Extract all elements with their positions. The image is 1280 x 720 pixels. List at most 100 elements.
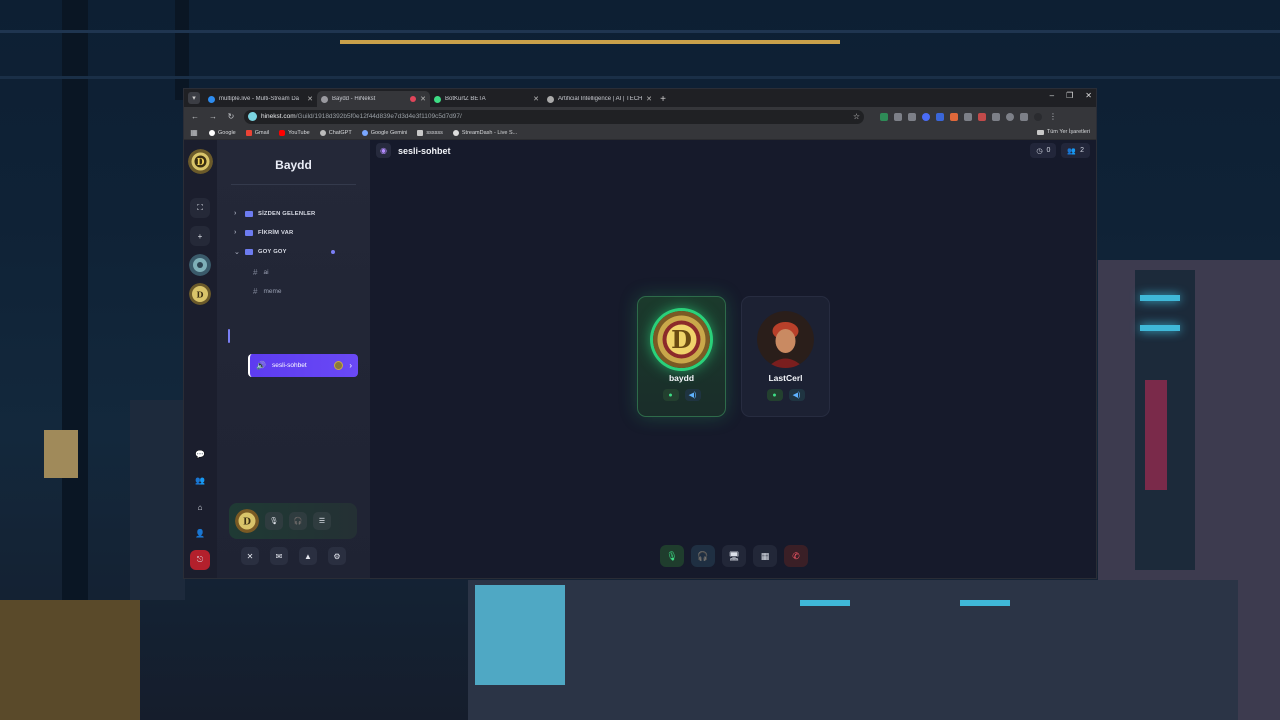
category-sizden-gelenler[interactable]: › SİZDEN GELENLER xyxy=(234,210,315,217)
close-icon[interactable]: ✕ xyxy=(533,95,539,103)
tab-botkurtz[interactable]: BotKurtZ BETA ✕ xyxy=(430,91,543,107)
headphones-button[interactable]: 🎧 xyxy=(289,512,307,530)
settings-sliders-button[interactable]: ☰ xyxy=(313,512,331,530)
mail-button[interactable]: ✉ xyxy=(270,547,288,565)
bookmark-star-icon[interactable]: ☆ xyxy=(853,112,860,121)
extension-icon[interactable] xyxy=(992,112,1000,121)
url-host: hinekst.com xyxy=(261,113,296,120)
bookmark-label: ssssss xyxy=(426,129,443,136)
mic-button[interactable]: 🎙 xyxy=(265,512,283,530)
server-icon-1[interactable] xyxy=(189,254,211,276)
category-label: FİKRİM VAR xyxy=(258,229,294,236)
avatar[interactable]: D xyxy=(235,509,259,533)
headphones-toggle-button[interactable]: 🎧 xyxy=(691,545,715,567)
extension-icon[interactable] xyxy=(936,112,944,121)
browser-toolbar: ← → ↻ hinekst.com/Guild/1918d392b5f0e12f… xyxy=(184,107,1096,126)
disconnect-button[interactable]: ✆ xyxy=(784,545,808,567)
settings-button[interactable]: ⚙ xyxy=(328,547,346,565)
tab-multiple-live[interactable]: multiple.live - Multi-Stream Da ✕ xyxy=(204,91,317,107)
wallpaper-light xyxy=(960,600,1010,606)
add-friend-icon[interactable]: 👤 xyxy=(190,523,210,543)
unread-dot xyxy=(331,250,335,254)
close-icon[interactable]: ✕ xyxy=(646,95,652,103)
extension-icon[interactable] xyxy=(880,112,888,121)
folder-icon xyxy=(245,229,253,236)
wallpaper-building xyxy=(130,400,185,600)
mic-toggle-button[interactable]: 🎙 xyxy=(660,545,684,567)
url-path: /Guild/1918d392b5f0e12f44d839e7d3d4e3f11… xyxy=(295,113,462,120)
tab-search-button[interactable]: ▾ xyxy=(188,92,200,104)
extension-icon[interactable] xyxy=(894,112,902,121)
svg-text:D: D xyxy=(197,290,204,300)
category-fikrim-var[interactable]: › FİKRİM VAR xyxy=(234,229,293,236)
fullscreen-icon[interactable]: ⛶ xyxy=(190,198,210,218)
extension-icon[interactable] xyxy=(922,112,930,121)
bookmark-streamdash[interactable]: StreamDash - Live S... xyxy=(452,129,518,136)
close-icon[interactable]: ✕ xyxy=(420,95,426,103)
speaker-icon: ◀) xyxy=(788,389,805,401)
exit-icon[interactable]: ⎋ xyxy=(190,550,210,570)
all-bookmarks[interactable]: Tüm Yer İşaretleri xyxy=(1036,129,1090,135)
new-tab-button[interactable]: + xyxy=(656,91,670,107)
bookmark-youtube[interactable]: YouTube xyxy=(279,129,310,136)
site-info-icon[interactable] xyxy=(248,112,257,121)
users-icon: 👥 xyxy=(1067,147,1077,155)
bookmarks-bar: ▦ Google Gmail YouTube ChatGPT Google Ge… xyxy=(184,126,1096,140)
close-window-icon[interactable]: ✕ xyxy=(1085,91,1092,100)
chevron-down-icon: ⌄ xyxy=(234,249,241,256)
voice-user-card[interactable]: D baydd ● ◀) xyxy=(637,296,726,417)
guild-avatar[interactable]: D xyxy=(188,149,213,174)
streamdash-icon xyxy=(452,129,459,136)
home-icon[interactable]: ⌂ xyxy=(190,497,210,517)
address-bar[interactable]: hinekst.com/Guild/1918d392b5f0e12f44d839… xyxy=(244,109,864,124)
tab-strip: ▾ multiple.live - Multi-Stream Da ✕ Bayd… xyxy=(184,89,1096,107)
bookmark-label: StreamDash - Live S... xyxy=(461,129,518,136)
tab-favicon xyxy=(208,95,215,103)
apps-grid-icon[interactable]: ▦ xyxy=(189,128,199,137)
svg-text:D: D xyxy=(243,518,251,528)
server-icon-baydd[interactable]: D xyxy=(189,283,211,305)
extension-icon[interactable] xyxy=(978,112,986,121)
listeners-pill[interactable]: ◷ 0 xyxy=(1030,143,1057,158)
voice-user-card[interactable]: LastCerl ● ◀) xyxy=(741,296,830,417)
chat-icon[interactable]: 💬 xyxy=(190,444,210,464)
avatar xyxy=(334,361,344,370)
extension-icon[interactable] xyxy=(1006,112,1014,121)
channel-sesli-sohbet[interactable]: 🔊 sesli-sohbet › xyxy=(248,354,358,377)
bookmark-chatgpt[interactable]: ChatGPT xyxy=(319,129,352,136)
browser-menu-icon[interactable]: ⋮ xyxy=(1048,112,1058,121)
tab-title: Baydd - HiNekst xyxy=(332,96,376,102)
reload-icon[interactable]: ↻ xyxy=(226,112,236,121)
add-server-button[interactable]: + xyxy=(190,226,210,246)
bookmark-gmail[interactable]: Gmail xyxy=(245,129,269,136)
back-icon[interactable]: ← xyxy=(190,112,200,121)
screen-share-button[interactable]: 🖥 xyxy=(722,545,746,567)
channel-meme[interactable]: # meme xyxy=(253,287,282,296)
extension-icon[interactable] xyxy=(964,112,972,121)
tab-title: Artificial Intelligence | AI | TECH xyxy=(558,96,643,102)
maximize-icon[interactable]: ❐ xyxy=(1066,91,1073,100)
profile-icon[interactable] xyxy=(1034,112,1042,121)
forward-icon[interactable]: → xyxy=(208,112,218,121)
extensions-puzzle-icon[interactable] xyxy=(1020,112,1028,121)
wallpaper-wire xyxy=(340,40,840,44)
warning-button[interactable]: ▲ xyxy=(299,547,317,565)
tab-favicon xyxy=(547,95,554,103)
friends-icon[interactable]: 👥 xyxy=(190,470,210,490)
gemini-icon xyxy=(361,129,368,136)
bookmark-google[interactable]: Google xyxy=(209,129,236,136)
bookmark-folder[interactable]: ssssss xyxy=(417,129,443,136)
close-button[interactable]: ✕ xyxy=(241,547,259,565)
activities-grid-button[interactable]: ▦ xyxy=(753,545,777,567)
close-icon[interactable]: ✕ xyxy=(307,95,313,103)
category-goy-goy[interactable]: ⌄ GOY GOY xyxy=(234,248,287,256)
extension-icon[interactable] xyxy=(950,112,958,121)
tab-baydd[interactable]: Baydd - HiNekst ✕ xyxy=(317,91,430,107)
bookmark-gemini[interactable]: Google Gemini xyxy=(361,129,407,136)
minimize-icon[interactable]: – xyxy=(1050,91,1054,100)
svg-text:D: D xyxy=(197,158,205,168)
channel-ai[interactable]: # ai xyxy=(253,268,269,277)
members-pill[interactable]: 👥 2 xyxy=(1061,143,1090,158)
extension-icon[interactable] xyxy=(908,112,916,121)
tab-ai-tech[interactable]: Artificial Intelligence | AI | TECH ✕ xyxy=(543,91,656,107)
